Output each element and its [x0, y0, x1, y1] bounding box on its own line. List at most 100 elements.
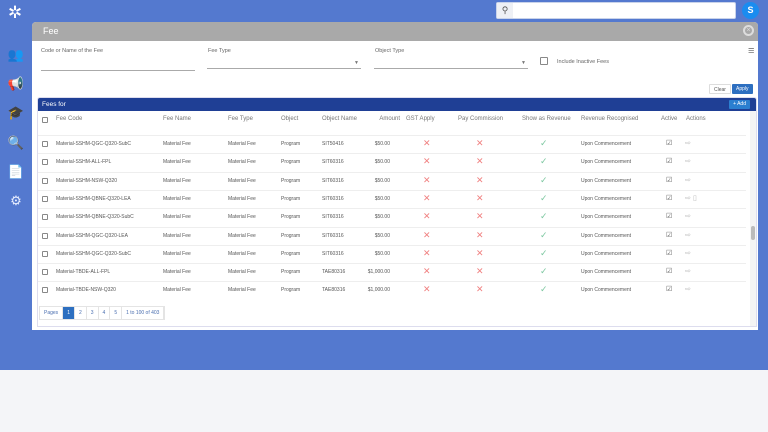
check-icon: ✓ — [540, 138, 548, 148]
revenue-cell: Upon Commencement — [581, 214, 632, 221]
column-header[interactable]: Amount — [379, 116, 400, 122]
edit-icon[interactable]: ⇨ — [685, 267, 691, 275]
row-checkbox[interactable] — [42, 269, 48, 276]
cell: Material Fee — [228, 250, 256, 257]
close-icon[interactable]: × — [743, 25, 754, 36]
column-header[interactable]: Fee Code — [56, 116, 82, 122]
active-checkbox-icon: ☑ — [666, 158, 673, 166]
row-checkbox[interactable] — [42, 141, 48, 147]
column-header[interactable]: Pay Commission — [458, 116, 503, 122]
active-checkbox-icon: ☑ — [666, 249, 673, 257]
column-header[interactable]: Revenue Recognised — [581, 116, 638, 122]
cell: Program — [281, 269, 301, 276]
row-checkbox[interactable] — [42, 214, 48, 221]
gear-icon[interactable]: ⚙ — [7, 192, 25, 210]
x-icon: ✕ — [476, 247, 484, 258]
logo-icon[interactable]: ✲ — [5, 4, 25, 22]
sidebar: ✲ 👥 📢 🎓 🔍 📄 ⚙ — [0, 0, 32, 370]
x-icon: ✕ — [476, 229, 484, 240]
global-search[interactable]: ⚲ — [496, 2, 736, 19]
megaphone-icon[interactable]: 📢 — [7, 75, 25, 93]
table-row[interactable]: Material-SSHM-QGC-Q320-SubC Material Fee M… — [38, 135, 746, 153]
scrollbar-thumb[interactable] — [751, 226, 755, 240]
row-checkbox[interactable] — [42, 232, 48, 239]
table-row[interactable]: Material-TBDE-NSW-Q320 Material Fee Materi… — [38, 281, 746, 299]
revenue-cell: Upon Commencement — [581, 195, 632, 202]
include-inactive-checkbox[interactable] — [540, 57, 548, 65]
edit-icon[interactable]: ⇨ — [685, 285, 691, 293]
avatar[interactable]: S — [742, 2, 759, 19]
cell: Material Fee — [163, 159, 191, 166]
people-icon[interactable]: 👥 — [7, 46, 25, 64]
page-button[interactable]: 2 — [75, 307, 87, 319]
menu-icon[interactable]: ≡ — [748, 46, 758, 57]
fee-type-select[interactable] — [207, 68, 361, 69]
table-row[interactable]: Material-SSHM-QBNE-Q320-SubC Material Fee… — [38, 208, 746, 226]
cell: Material-TBDE-NSW-Q320 — [56, 287, 116, 294]
cell: Material Fee — [163, 250, 191, 257]
delete-icon[interactable]: ▯ — [693, 194, 697, 202]
apply-button[interactable]: Apply — [732, 84, 753, 94]
cell: Material Fee — [228, 269, 256, 276]
row-checkbox[interactable] — [42, 195, 48, 202]
cell: SIT50416 — [322, 141, 344, 147]
table-row[interactable]: Material-SSHM-QBNE-Q320-LEA Material Fee M… — [38, 189, 746, 208]
table-row[interactable]: Material-SSHM-ALL-FPL Material Fee Materia… — [38, 153, 746, 171]
row-checkbox[interactable] — [42, 250, 48, 257]
page-button[interactable]: 1 — [63, 307, 75, 319]
scrollbar[interactable] — [750, 111, 756, 326]
table-row[interactable]: Material-SSHM-QGC-Q320-LEA Material Fee Ma… — [38, 226, 746, 245]
row-checkbox[interactable] — [42, 287, 48, 294]
active-checkbox-icon: ☑ — [666, 213, 673, 221]
active-checkbox-icon: ☑ — [666, 286, 673, 294]
certificate-icon[interactable]: 🎓 — [7, 104, 25, 122]
edit-icon[interactable]: ⇨ — [685, 157, 691, 165]
chevron-down-icon: ▼ — [354, 60, 359, 66]
cell: SIT60316 — [322, 195, 344, 202]
object-type-select[interactable] — [374, 68, 528, 69]
column-header[interactable]: Fee Type — [228, 116, 253, 122]
column-header[interactable]: GST Apply — [406, 116, 435, 122]
table-row[interactable]: Material-SSHM-NSW-Q320 Material Fee Materi… — [38, 171, 746, 190]
edit-icon[interactable]: ⇨ — [685, 139, 691, 147]
cell: Program — [281, 232, 301, 239]
cell: SIT60316 — [322, 250, 344, 257]
page-button[interactable]: 5 — [110, 307, 123, 319]
amount-cell: $50.00 — [374, 232, 390, 239]
edit-icon[interactable]: ⇨ — [685, 176, 691, 184]
revenue-cell: Upon Commencement — [581, 287, 632, 294]
cell: Material-SSHM-NSW-Q320 — [56, 177, 118, 184]
check-icon: ✓ — [540, 266, 548, 277]
chevron-down-icon: ▼ — [521, 60, 526, 66]
column-header[interactable]: Show as Revenue — [522, 116, 571, 122]
edit-icon[interactable]: ⇨ — [685, 212, 691, 220]
edit-icon[interactable]: ⇨ — [685, 194, 691, 202]
page-button[interactable]: 4 — [99, 307, 111, 319]
table-row[interactable]: Material-TBDE-ALL-FPL Material Fee Materia… — [38, 263, 746, 281]
column-header[interactable]: Object Name — [322, 116, 357, 122]
edit-icon[interactable]: ⇨ — [685, 249, 691, 257]
search-input[interactable] — [515, 4, 730, 16]
row-checkbox[interactable] — [42, 159, 48, 166]
x-icon: ✕ — [476, 156, 484, 167]
amount-cell: $50.00 — [374, 141, 390, 147]
table-row[interactable]: Material-SSHM-QGC-Q320-SubC Material Fee M… — [38, 244, 746, 263]
cell: Material Fee — [228, 195, 256, 202]
x-icon: ✕ — [476, 174, 484, 185]
row-checkbox[interactable] — [42, 177, 48, 184]
column-header[interactable]: Object — [281, 116, 298, 122]
column-header[interactable]: Active — [661, 116, 677, 122]
select-all-checkbox[interactable] — [42, 117, 48, 123]
cell: TAE80316 — [322, 287, 346, 294]
add-button[interactable]: + Add — [729, 100, 750, 109]
clear-button[interactable]: Clear — [709, 84, 731, 94]
report-icon[interactable]: 📄 — [7, 163, 25, 181]
cell: Material Fee — [163, 269, 191, 276]
edit-icon[interactable]: ⇨ — [685, 231, 691, 239]
x-icon: ✕ — [476, 192, 484, 203]
document-search-icon[interactable]: 🔍 — [7, 134, 25, 152]
column-header[interactable]: Actions — [686, 116, 706, 122]
column-header[interactable]: Fee Name — [163, 116, 191, 122]
page-button[interactable]: 3 — [87, 307, 99, 319]
code-input[interactable] — [41, 70, 195, 71]
